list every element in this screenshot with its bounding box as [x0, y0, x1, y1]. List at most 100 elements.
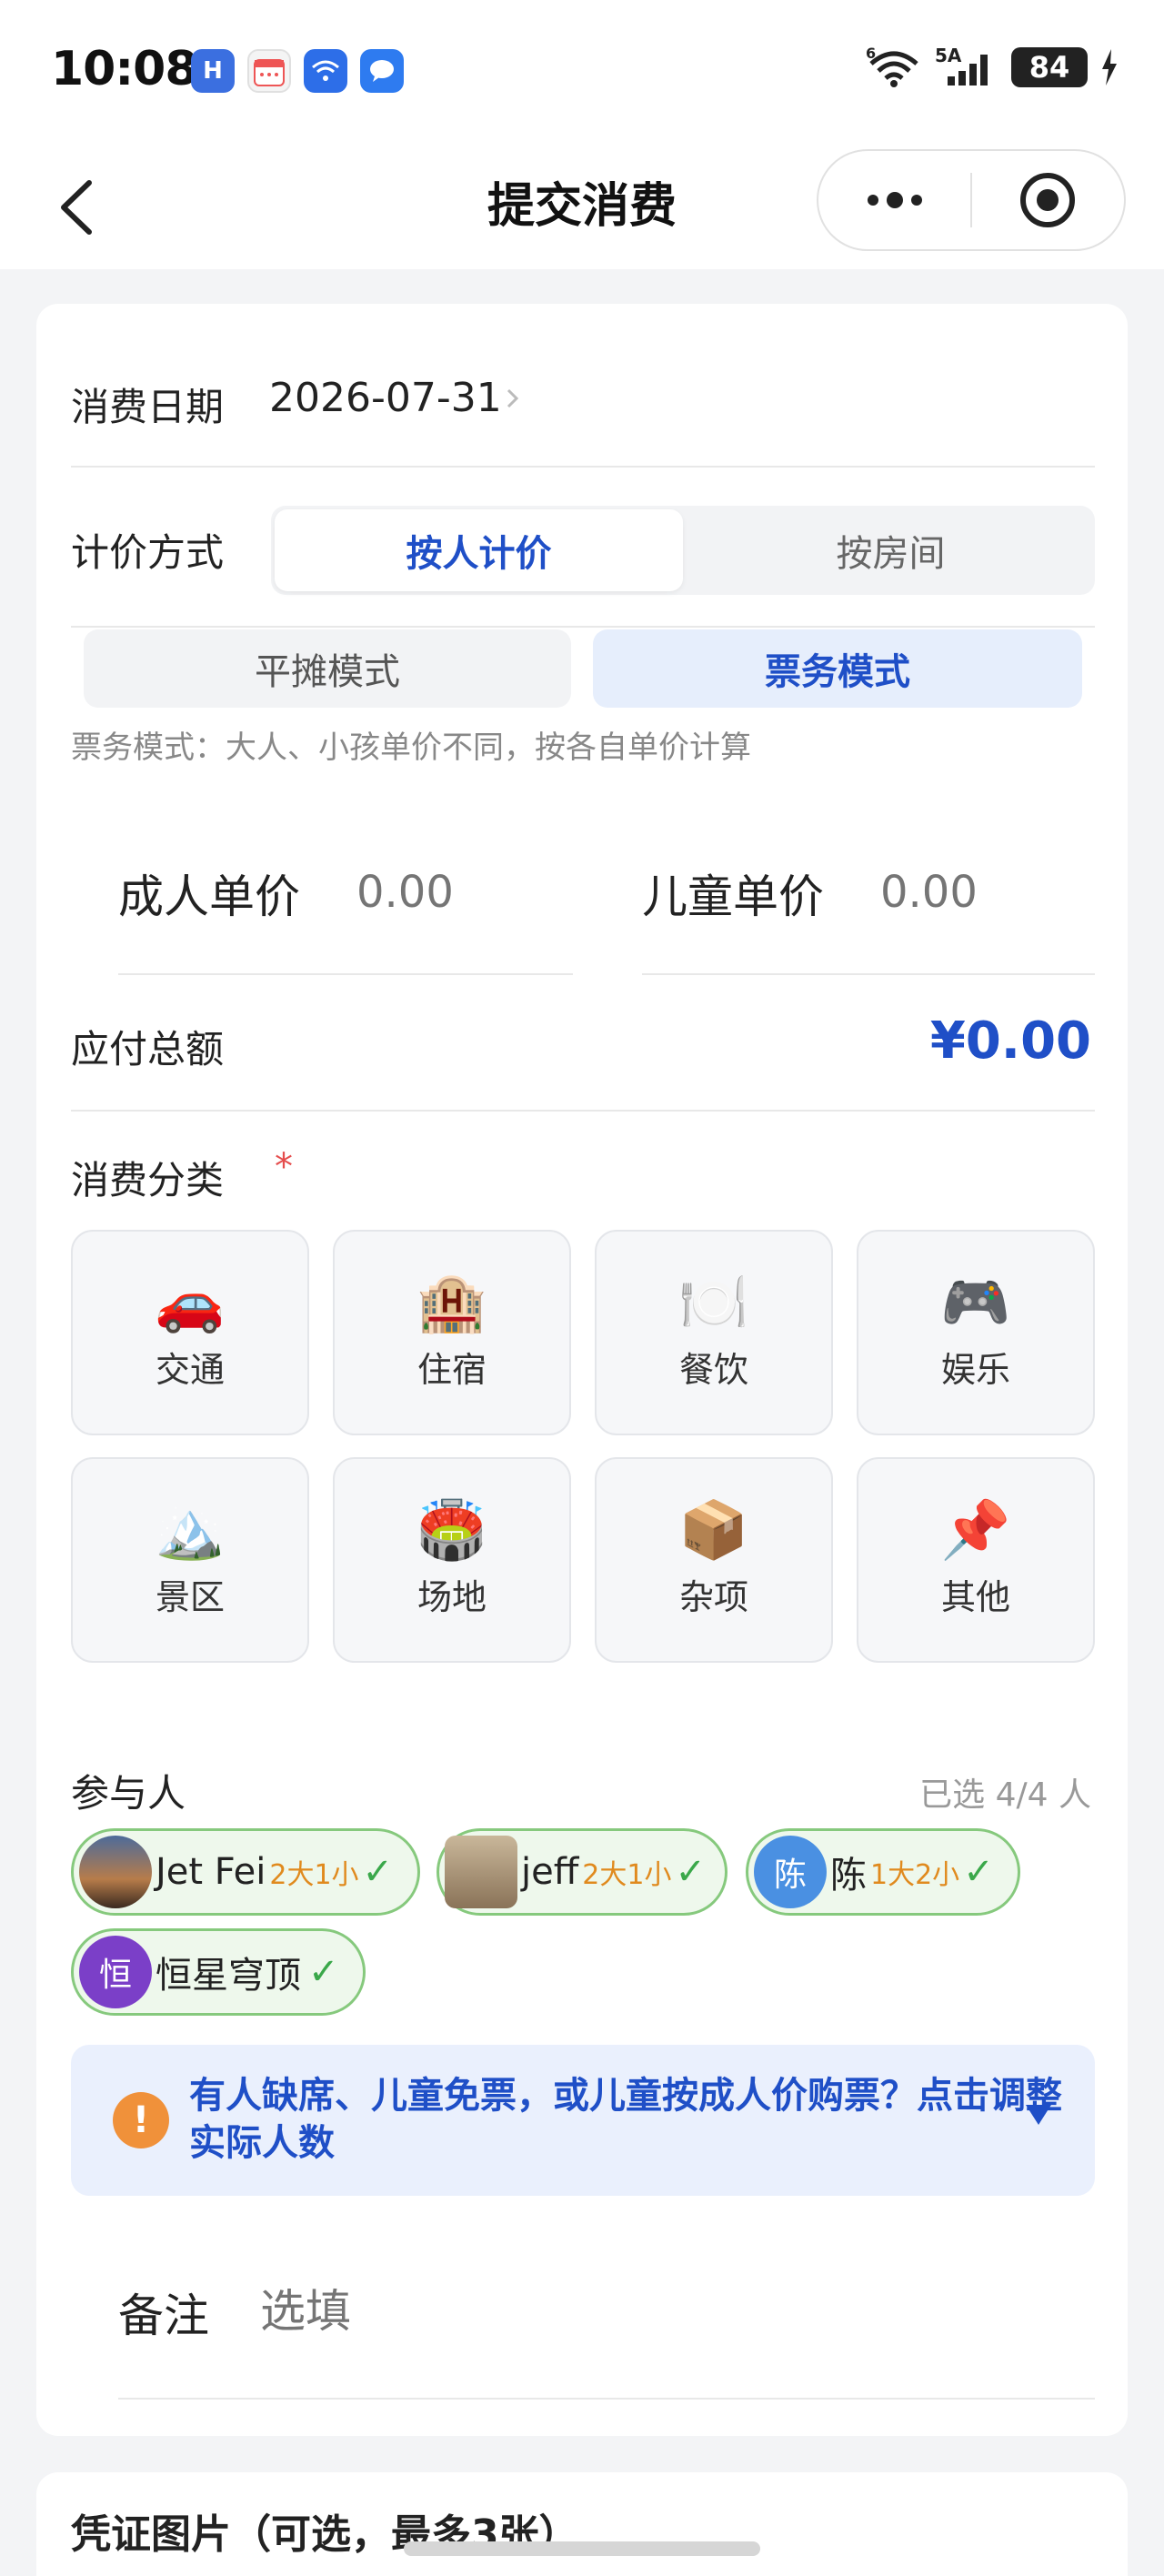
category-entertainment[interactable]: 🎮 娱乐	[857, 1230, 1095, 1435]
home-indicator[interactable]	[404, 2541, 760, 2556]
category-label-text: 景区	[155, 1576, 225, 1617]
check-icon: ✓	[675, 1851, 706, 1893]
more-dots-icon	[867, 192, 922, 208]
category-label-text: 其他	[940, 1576, 1010, 1617]
child-price-underline	[642, 973, 1095, 975]
adult-price-input[interactable]	[356, 860, 575, 924]
gamepad-icon: 🎮	[940, 1268, 1011, 1335]
pushpin-icon: 📌	[940, 1495, 1011, 1563]
mountain-icon: 🏔️	[155, 1495, 226, 1563]
total-label: 应付总额	[71, 1027, 225, 1072]
triangle-down-icon	[1026, 2105, 1051, 2125]
date-label: 消费日期	[71, 385, 225, 429]
category-other[interactable]: 📌 其他	[857, 1457, 1095, 1663]
participants-label: 参与人	[71, 1771, 186, 1816]
close-miniprogram-button[interactable]	[972, 151, 1124, 249]
more-button[interactable]	[818, 151, 970, 249]
plate-cutlery-icon: 🍽️	[678, 1268, 749, 1335]
hotel-icon: 🏨	[416, 1268, 487, 1335]
date-picker[interactable]: 2026-07-31	[269, 375, 520, 421]
total-amount: ¥0.00	[929, 1011, 1091, 1071]
category-dining[interactable]: 🍽️ 餐饮	[595, 1230, 833, 1435]
participant-chip[interactable]: 陈 陈 1大2小 ✓	[746, 1828, 1020, 1916]
pricing-segmented-control: 按人计价 按房间	[271, 506, 1095, 595]
status-indicators: 6 5A 84	[866, 45, 1119, 89]
participant-chip[interactable]: 恒 恒星穹顶 ✓	[71, 1928, 366, 2016]
cell-signal-icon: 5A	[935, 45, 988, 86]
charging-icon	[1102, 49, 1117, 86]
stadium-icon: 🏟️	[416, 1495, 487, 1563]
adult-price-underline	[118, 973, 573, 975]
remark-underline	[118, 2398, 1095, 2400]
expense-form-card: 消费日期 2026-07-31 计价方式 按人计价 按房间 平摊模式 票务模式 …	[36, 304, 1128, 2436]
wifi-version-text: 6	[866, 45, 876, 62]
divider	[71, 466, 1095, 468]
category-label-text: 杂项	[678, 1576, 748, 1617]
check-icon: ✓	[362, 1851, 394, 1893]
category-lodging[interactable]: 🏨 住宿	[333, 1230, 571, 1435]
date-value: 2026-07-31	[269, 375, 502, 421]
remark-input[interactable]	[260, 2278, 1079, 2345]
remark-label: 备注	[118, 2289, 209, 2342]
participant-chip[interactable]: Jet Fei 2大1小 ✓	[71, 1828, 420, 1916]
divider	[71, 1110, 1095, 1112]
category-label-text: 住宿	[416, 1349, 487, 1390]
car-icon: 🚗	[155, 1268, 226, 1335]
category-label-text: 娱乐	[940, 1349, 1010, 1390]
participant-name: jeff	[521, 1851, 579, 1893]
category-label-text: 场地	[416, 1576, 487, 1617]
app-h-icon: H	[191, 49, 235, 93]
category-scenic[interactable]: 🏔️ 景区	[71, 1457, 309, 1663]
participant-name: Jet Fei	[156, 1851, 266, 1893]
split-mode-option[interactable]: 平摊模式	[84, 629, 571, 708]
adjust-count-notice[interactable]: ! 有人缺席、儿童免票，或儿童按成人价购票？点击调整实际人数	[71, 2045, 1095, 2196]
ticket-mode-option[interactable]: 票务模式	[593, 629, 1082, 708]
package-icon: 📦	[678, 1495, 749, 1563]
message-icon	[360, 49, 404, 93]
mini-program-capsule	[817, 149, 1126, 251]
divider	[71, 626, 1095, 628]
category-venue[interactable]: 🏟️ 场地	[333, 1457, 571, 1663]
pricing-per-person-option[interactable]: 按人计价	[275, 509, 683, 591]
calendar-icon	[247, 49, 291, 93]
participant-count: 2大1小	[582, 1859, 672, 1891]
category-transport[interactable]: 🚗 交通	[71, 1230, 309, 1435]
avatar: 恒	[79, 1936, 152, 2008]
avatar: 陈	[754, 1836, 827, 1908]
target-circle-icon	[1020, 173, 1076, 227]
voucher-card: 凭证图片（可选，最多3张）	[36, 2472, 1128, 2576]
required-mark: *	[275, 1146, 293, 1188]
signal-type-text: 5A	[935, 45, 962, 66]
status-bar: 10:08 H 6 5A 84	[0, 0, 1164, 146]
chevron-right-icon	[507, 388, 518, 408]
participant-count: 1大2小	[870, 1859, 960, 1891]
back-button[interactable]	[40, 166, 113, 249]
nav-bar: 提交消费	[0, 146, 1164, 269]
wifi-signal-icon: 6	[866, 45, 918, 87]
avatar	[445, 1836, 517, 1908]
mode-hint: 票务模式：大人、小孩单价不同，按各自单价计算	[71, 730, 751, 766]
child-price-input[interactable]	[880, 860, 1095, 924]
participant-chip[interactable]: jeff 2大1小 ✓	[436, 1828, 728, 1916]
warning-icon: !	[113, 2092, 169, 2148]
battery-indicator: 84	[1011, 47, 1088, 87]
pricing-label: 计价方式	[71, 530, 225, 575]
check-icon: ✓	[308, 1951, 339, 1993]
pricing-per-room-option[interactable]: 按房间	[687, 506, 1095, 595]
category-label-text: 交通	[155, 1349, 225, 1390]
check-icon: ✓	[963, 1851, 994, 1893]
category-misc[interactable]: 📦 杂项	[595, 1457, 833, 1663]
category-label: 消费分类	[71, 1158, 225, 1202]
wifi-app-icon	[304, 49, 347, 93]
participant-name: 恒星穹顶	[156, 1955, 301, 1997]
participant-count: 2大1小	[269, 1859, 359, 1891]
participants-count: 已选 4/4 人	[919, 1776, 1091, 1814]
avatar	[79, 1836, 152, 1908]
adult-price-label: 成人单价	[118, 870, 300, 923]
participant-name: 陈	[830, 1855, 867, 1897]
child-price-label: 儿童单价	[642, 870, 824, 923]
notice-text: 有人缺席、儿童免票，或儿童按成人价购票？点击调整实际人数	[189, 2075, 1062, 2164]
chevron-left-icon	[61, 180, 92, 235]
category-label-text: 餐饮	[678, 1349, 748, 1390]
status-time: 10:08	[51, 42, 198, 96]
